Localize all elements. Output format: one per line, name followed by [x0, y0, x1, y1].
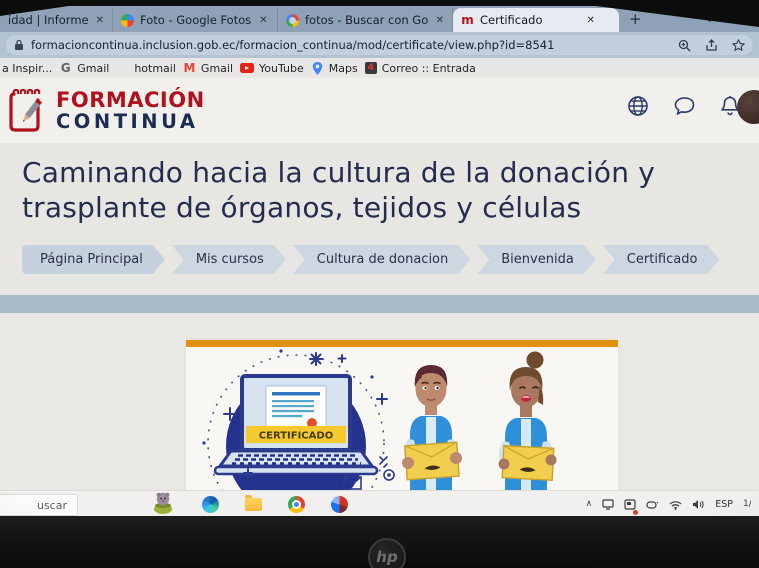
site-favicon-icon: m — [461, 14, 474, 27]
language-globe-icon[interactable] — [626, 94, 650, 122]
bookmark-hotmail[interactable]: hotmail — [116, 62, 176, 75]
lock-icon[interactable] — [14, 39, 24, 51]
breadcrumb-pagina-principal[interactable]: Página Principal — [22, 245, 165, 274]
site-logo[interactable]: FORMACIÓN CONTINUA — [8, 86, 205, 136]
close-icon[interactable]: ✕ — [96, 15, 104, 26]
youtube-icon — [240, 63, 254, 73]
pen-tray-icon[interactable] — [646, 495, 659, 514]
page-content: CERTIFICADO — [0, 313, 759, 490]
tab-label: Foto - Google Fotos — [140, 13, 251, 27]
laptop-photo: idad | Informes Mens ✕ Foto - Google Fot… — [0, 0, 759, 568]
url-bar[interactable]: formacioncontinua.inclusion.gob.ec/forma… — [6, 35, 753, 55]
certificate-card: CERTIFICADO — [186, 340, 618, 497]
gmail-m-icon: M — [183, 62, 196, 75]
windows-taskbar: uscar ∧ — [0, 490, 759, 517]
url-text[interactable]: formacioncontinua.inclusion.gob.ec/forma… — [31, 38, 670, 52]
bookmark-label: a Inspir... — [2, 62, 52, 75]
bookmark-label: Correo :: Entrada — [382, 62, 476, 75]
pinwheel-app-icon[interactable] — [331, 496, 348, 513]
close-icon[interactable]: ✕ — [259, 15, 267, 26]
hero-bottom-band — [0, 295, 759, 313]
share-icon[interactable] — [705, 39, 718, 52]
tab-label: fotos - Buscar con Google — [305, 13, 428, 27]
breadcrumb: Página Principal Mis cursos Cultura de d… — [22, 245, 719, 274]
bookmark-gmail-1[interactable]: G Gmail — [59, 62, 109, 75]
breadcrumb-certificado[interactable]: Certificado — [603, 245, 720, 274]
language-indicator[interactable]: ESP — [715, 499, 733, 510]
bookmarks-bar: a Inspir... G Gmail hotmail M Gmail YouT… — [0, 58, 759, 78]
maps-pin-icon — [311, 62, 324, 75]
bookmark-star-icon[interactable] — [732, 39, 745, 52]
hamster-widget-icon[interactable] — [150, 488, 176, 514]
bookmark-gmail-2[interactable]: M Gmail — [183, 62, 233, 75]
course-title-line2: trasplante de órganos, tejidos y células — [22, 191, 655, 226]
breadcrumb-mis-cursos[interactable]: Mis cursos — [172, 245, 286, 274]
bookmark-maps[interactable]: Maps — [311, 62, 358, 75]
logo-line2: CONTINUA — [56, 112, 205, 132]
edge-icon[interactable] — [202, 496, 219, 513]
google-g-icon: G — [59, 62, 72, 75]
bookmark-correo[interactable]: 4 Correo :: Entrada — [365, 62, 476, 75]
tab-label: idad | Informes Mens — [8, 13, 88, 27]
bookmark-label: hotmail — [134, 62, 176, 75]
search-placeholder-text: uscar — [37, 499, 67, 512]
taskbar-search-box[interactable]: uscar — [0, 494, 78, 516]
bookmark-inspir[interactable]: a Inspir... — [2, 62, 52, 75]
tab-google-fotos[interactable]: Foto - Google Fotos ✕ — [113, 8, 278, 32]
bookmark-label: YouTube — [259, 62, 304, 75]
browser-toolbar: formacioncontinua.inclusion.gob.ec/forma… — [0, 32, 759, 58]
messages-bubble-icon[interactable] — [672, 94, 697, 122]
site-header: FORMACIÓN CONTINUA — [0, 78, 759, 143]
course-title-line1: Caminando hacia la cultura de la donació… — [22, 156, 655, 191]
close-icon[interactable]: ✕ — [436, 15, 444, 26]
bookmark-label: Maps — [329, 62, 358, 75]
bookmark-label: Gmail — [77, 62, 109, 75]
course-hero: Caminando hacia la cultura de la donació… — [0, 143, 759, 295]
man-figure — [402, 365, 462, 490]
display-tray-icon[interactable] — [602, 495, 614, 514]
clock-partial[interactable]: 1/ — [743, 499, 751, 509]
certificate-badge-label: CERTIFICADO — [259, 431, 333, 442]
certificate-illustration: CERTIFICADO — [186, 347, 618, 490]
new-tab-button[interactable]: + — [629, 10, 642, 28]
screen: idad | Informes Mens ✕ Foto - Google Fot… — [0, 0, 759, 568]
file-explorer-icon[interactable] — [245, 498, 262, 511]
woman-figure — [499, 352, 557, 491]
notification-tray-icon[interactable] — [624, 495, 636, 514]
mail-icon: 4 — [365, 62, 377, 74]
hp-logo: hp — [368, 538, 406, 568]
tab-certificado[interactable]: m Certificado ✕ — [453, 8, 619, 32]
google-g-icon — [286, 14, 299, 27]
wifi-icon[interactable] — [669, 495, 682, 514]
notebook-pencil-icon — [8, 86, 48, 136]
google-photos-icon — [121, 14, 134, 27]
close-icon[interactable]: ✕ — [587, 15, 595, 26]
breadcrumb-bienvenida[interactable]: Bienvenida — [477, 245, 596, 274]
tray-expand-chevron-icon[interactable]: ∧ — [586, 499, 593, 509]
microsoft-icon — [116, 62, 129, 75]
bookmark-label: Gmail — [201, 62, 233, 75]
tab-google-search[interactable]: fotos - Buscar con Google ✕ — [278, 8, 453, 32]
zoom-icon[interactable] — [678, 39, 691, 52]
bookmark-youtube[interactable]: YouTube — [240, 62, 304, 75]
course-title: Caminando hacia la cultura de la donació… — [22, 156, 655, 225]
volume-icon[interactable] — [692, 495, 705, 514]
tab-label: Certificado — [480, 13, 543, 27]
laptop-bezel: hp — [0, 516, 759, 568]
breadcrumb-cultura-de-donacion[interactable]: Cultura de donacion — [293, 245, 470, 274]
logo-line1: FORMACIÓN — [56, 90, 205, 111]
chrome-icon[interactable] — [288, 496, 305, 513]
